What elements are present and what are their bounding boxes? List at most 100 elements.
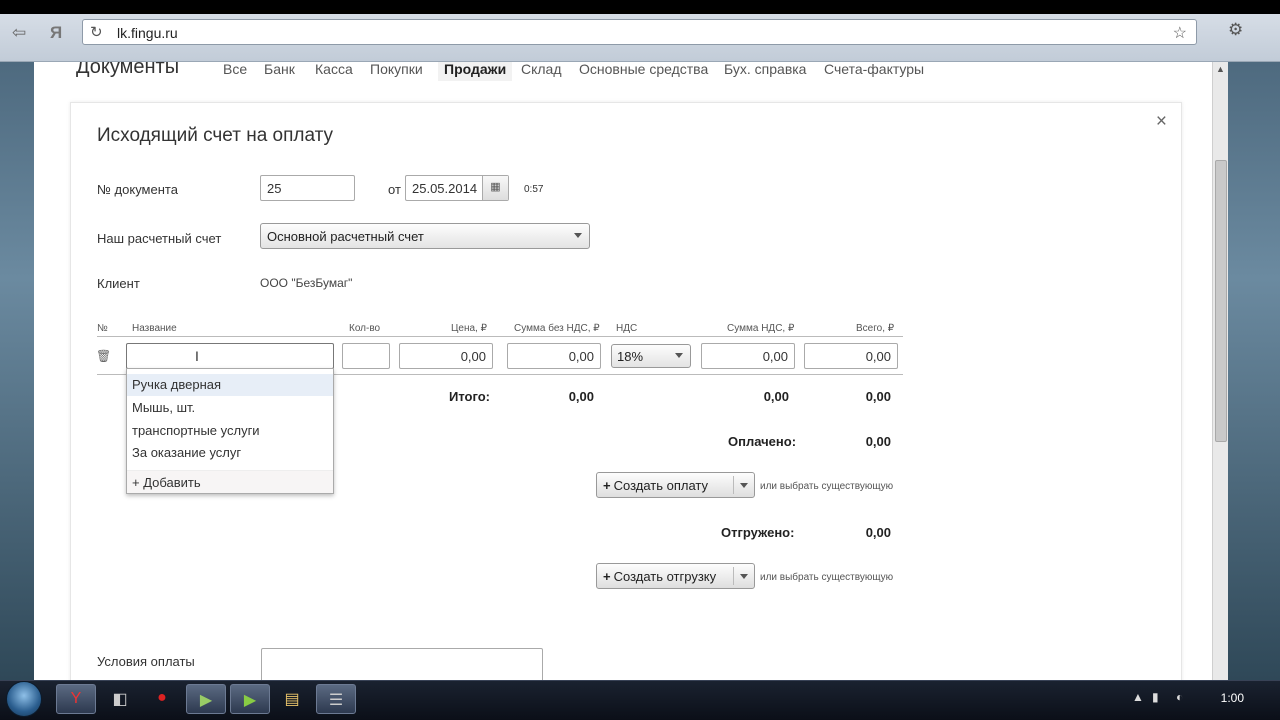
create-payment-label: Создать оплату xyxy=(613,478,709,493)
scrollbar-thumb[interactable] xyxy=(1215,160,1227,442)
app2-taskbar-icon[interactable]: ▶ xyxy=(230,684,270,714)
folder-taskbar-icon[interactable]: ▤ xyxy=(272,684,312,714)
col-header-number: № xyxy=(97,323,108,334)
table-header-divider xyxy=(97,336,903,337)
plus-icon: + xyxy=(603,569,611,584)
plus-icon: + xyxy=(603,478,611,493)
account-label: Наш расчетный счет xyxy=(97,231,222,246)
nav-item-all[interactable]: Все xyxy=(223,62,247,77)
account-select[interactable]: Основной расчетный счет xyxy=(260,223,590,249)
time-value: 0:57 xyxy=(524,184,544,195)
app-taskbar-icon[interactable]: ▶ xyxy=(186,684,226,714)
payment-terms-textarea[interactable] xyxy=(261,648,543,680)
page-viewport: Документы Все Банк Касса Покупки Продажи… xyxy=(34,62,1212,680)
autocomplete-item[interactable]: Ручка дверная xyxy=(127,374,333,396)
create-shipment-label: Создать отгрузку xyxy=(613,569,717,584)
add-item-button[interactable]: + Добавить xyxy=(127,470,333,493)
col-header-qty: Кол-во xyxy=(349,323,381,334)
date-from-label: от xyxy=(388,182,401,197)
chevron-down-icon xyxy=(675,353,683,358)
total-input[interactable]: 0,00 xyxy=(804,343,898,369)
nav-item-bank[interactable]: Банк xyxy=(264,62,295,77)
paid-value: 0,00 xyxy=(865,434,891,449)
vat-sum-input[interactable]: 0,00 xyxy=(701,343,795,369)
nav-item-accounting-note[interactable]: Бух. справка xyxy=(724,62,806,77)
choose-existing-payment-link[interactable]: или выбрать существующую xyxy=(760,481,893,492)
url-text[interactable]: lk.fingu.ru xyxy=(117,25,178,41)
col-header-name: Название xyxy=(132,323,177,334)
chevron-down-icon[interactable] xyxy=(740,483,748,488)
button-separator xyxy=(733,476,734,494)
chevron-down-icon xyxy=(574,233,582,238)
vat-select[interactable]: 18% xyxy=(611,344,691,368)
nav-item-kassa[interactable]: Касса xyxy=(315,62,353,77)
page-title: Документы xyxy=(76,62,180,78)
autocomplete-dropdown: Ручка дверная Мышь, шт. транспортные усл… xyxy=(126,368,334,494)
trash-icon[interactable]: 🗑 xyxy=(96,349,111,363)
qty-input[interactable] xyxy=(342,343,390,369)
create-shipment-button[interactable]: + Создать отгрузку xyxy=(596,563,755,589)
modal-title: Исходящий счет на оплату xyxy=(97,125,334,146)
shipped-label: Отгружено: xyxy=(721,525,795,540)
taskbar: Y ◧ ● ▶ ▶ ▤ ☰ ▲ ▮ ◐ 1:00 xyxy=(0,680,1280,720)
itogo-sum-no-vat: 0,00 xyxy=(568,389,594,404)
chevron-down-icon[interactable] xyxy=(740,574,748,579)
tray-network-icon[interactable]: ◐ xyxy=(1176,690,1183,704)
itogo-label: Итого: xyxy=(449,389,490,404)
item-name-input[interactable] xyxy=(126,343,334,369)
paid-label: Оплачено: xyxy=(728,434,797,449)
itogo-total: 0,00 xyxy=(865,389,891,404)
reload-icon[interactable]: ↻ xyxy=(90,23,103,41)
doc-number-field[interactable]: 25 xyxy=(260,175,355,201)
opera-taskbar-icon[interactable]: ● xyxy=(142,684,182,714)
nav-item-warehouse[interactable]: Склад xyxy=(521,62,562,77)
nav-item-purchases[interactable]: Покупки xyxy=(370,62,423,77)
sum-no-vat-input[interactable]: 0,00 xyxy=(507,343,601,369)
window-taskbar-icon[interactable]: ☰ xyxy=(316,684,356,714)
create-payment-button[interactable]: + Создать оплату xyxy=(596,472,755,498)
client-label: Клиент xyxy=(97,276,140,291)
col-header-total: Всего, ₽ xyxy=(856,323,895,334)
autocomplete-item[interactable]: За оказание услуг xyxy=(127,442,333,464)
date-value: 25.05.2014 xyxy=(412,181,478,196)
screen-top-strip xyxy=(0,0,1280,14)
nav-item-fixed-assets[interactable]: Основные средства xyxy=(579,62,708,77)
autocomplete-item[interactable]: Мышь, шт. xyxy=(127,397,333,419)
media-taskbar-icon[interactable]: ◧ xyxy=(100,684,140,714)
scroll-up-icon[interactable]: ▲ xyxy=(1216,64,1225,74)
yandex-icon[interactable]: Я xyxy=(50,23,62,43)
nav-item-invoices[interactable]: Счета-фактуры xyxy=(824,62,924,77)
col-header-vat: НДС xyxy=(616,323,638,334)
browser-toolbar: ⇦ Я ↻ lk.fingu.ru ☆ ⚙ xyxy=(0,14,1280,62)
shipped-value: 0,00 xyxy=(865,525,891,540)
yandex-browser-taskbar-icon[interactable]: Y xyxy=(56,684,96,714)
account-select-value: Основной расчетный счет xyxy=(267,229,424,244)
text-cursor-icon: I xyxy=(195,348,199,364)
choose-existing-shipment-link[interactable]: или выбрать существующую xyxy=(760,572,893,583)
bookmark-star-icon[interactable]: ☆ xyxy=(1173,23,1187,43)
page-scrollbar[interactable]: ▲ xyxy=(1212,62,1228,680)
close-button[interactable]: × xyxy=(1156,111,1167,133)
doc-number-label: № документа xyxy=(97,182,178,197)
price-input[interactable]: 0,00 xyxy=(399,343,493,369)
tray-arrow-icon[interactable]: ▲ xyxy=(1132,690,1144,704)
col-header-price: Цена, ₽ xyxy=(451,323,487,334)
vat-select-value: 18% xyxy=(617,349,644,364)
taskbar-clock[interactable]: 1:00 xyxy=(1221,691,1244,705)
menu-wrench-icon[interactable]: ⚙ xyxy=(1228,20,1243,40)
col-header-vat-sum: Сумма НДС, ₽ xyxy=(727,323,795,334)
invoice-modal: Исходящий счет на оплату × № документа 2… xyxy=(70,102,1182,680)
date-field[interactable]: 25.05.2014 ▦ xyxy=(405,175,509,201)
client-value[interactable]: ООО "БезБумаг" xyxy=(260,276,352,290)
tray-battery-icon[interactable]: ▮ xyxy=(1152,690,1159,704)
payment-terms-label: Условия оплаты xyxy=(97,654,195,669)
button-separator xyxy=(733,567,734,585)
autocomplete-item[interactable]: транспортные услуги xyxy=(127,420,333,442)
itogo-vat-sum: 0,00 xyxy=(763,389,789,404)
address-bar[interactable]: ↻ lk.fingu.ru ☆ xyxy=(82,19,1197,45)
calendar-icon[interactable]: ▦ xyxy=(482,176,508,200)
nav-item-sales[interactable]: Продажи xyxy=(438,62,513,81)
back-arrow-icon[interactable]: ⇦ xyxy=(12,23,26,43)
start-button[interactable] xyxy=(6,681,42,717)
col-header-sum-no-vat: Сумма без НДС, ₽ xyxy=(514,323,600,334)
